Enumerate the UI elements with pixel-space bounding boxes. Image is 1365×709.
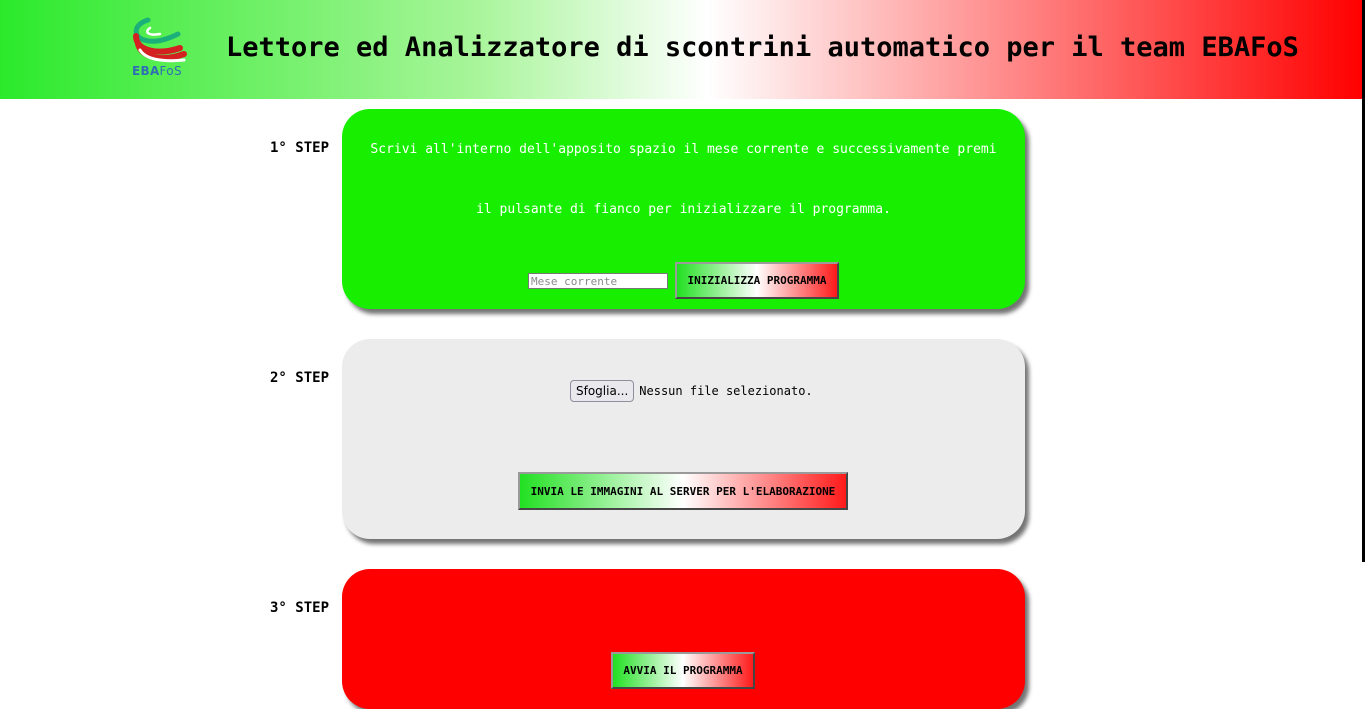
logo-text-bold: EBA — [132, 64, 160, 78]
month-input[interactable] — [528, 273, 668, 289]
logo-text-light: FoS — [159, 64, 182, 78]
run-program-button[interactable]: AVVIA IL PROGRAMMA — [611, 652, 755, 689]
file-picker: Sfoglia... Nessun file selezionato. — [570, 380, 813, 402]
logo-text: EBAFoS — [132, 64, 182, 78]
step1-instruction-line2: il pulsante di fianco per inizializzare … — [476, 202, 891, 217]
step3-label: 3° STEP — [270, 600, 330, 616]
step1-instruction-line1: Scrivi all'interno dell'apposito spazio … — [370, 142, 997, 157]
send-images-button[interactable]: INVIA LE IMMAGINI AL SERVER PER L'ELABOR… — [518, 472, 848, 510]
initialize-program-button[interactable]: INIZIALIZZA PROGRAMMA — [675, 262, 839, 299]
header-banner: EBAFoS Lettore ed Analizzatore di scontr… — [0, 0, 1362, 99]
step2-label: 2° STEP — [270, 370, 330, 386]
browse-button[interactable]: Sfoglia... — [570, 380, 635, 402]
file-status-text: Nessun file selezionato. — [639, 384, 813, 398]
page-title: Lettore ed Analizzatore di scontrini aut… — [226, 32, 1299, 63]
step1-label: 1° STEP — [270, 140, 330, 156]
